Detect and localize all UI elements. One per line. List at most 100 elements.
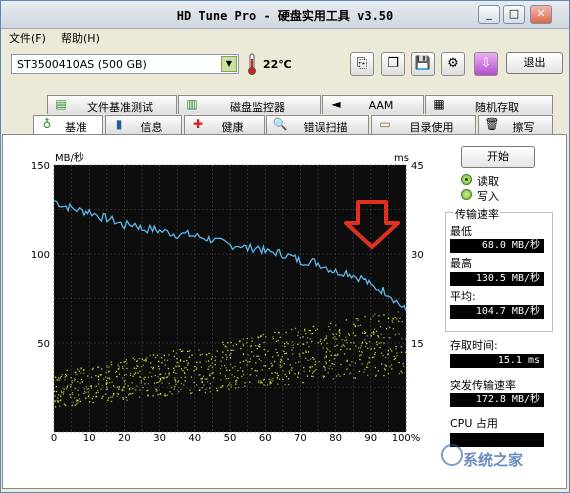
tab-disk-monitor[interactable]: ▥ 磁盘监控器 — [178, 95, 321, 114]
access-time-point — [174, 379, 176, 381]
access-time-point — [251, 368, 253, 370]
access-time-point — [270, 362, 272, 364]
access-time-point — [159, 380, 161, 382]
tab-file-benchmark[interactable]: ▤ 文件基准测试 — [47, 95, 177, 114]
access-time-point — [341, 338, 343, 341]
copy-screen-icon[interactable]: ❐ — [381, 52, 405, 76]
access-time-point — [249, 374, 251, 376]
access-time-point — [173, 355, 175, 358]
access-time-point — [312, 375, 314, 378]
access-time-point — [225, 358, 228, 361]
menu-help[interactable]: 帮助(H) — [61, 30, 100, 46]
access-time-point — [180, 382, 183, 385]
watermark-text: 系统之家 — [463, 451, 524, 469]
y-right-tick-label: 45 — [411, 161, 424, 172]
access-time-point — [122, 397, 124, 399]
access-time-point — [287, 343, 289, 345]
access-time-point — [65, 404, 67, 406]
start-button[interactable]: 开始 — [461, 146, 535, 168]
access-time-point — [106, 381, 108, 384]
tab-health[interactable]: ✚ 健康 — [184, 115, 265, 134]
title-bar[interactable]: HD Tune Pro - 硬盘实用工具 v3.50 _ □ ✕ — [1, 1, 569, 29]
access-time-point — [87, 375, 89, 377]
access-time-point — [174, 377, 176, 379]
access-time-point — [184, 367, 186, 369]
access-time-point — [271, 372, 273, 374]
tab-folder-usage[interactable]: ▭ 目录使用 — [371, 115, 476, 134]
access-time-point — [206, 354, 208, 356]
close-button[interactable]: ✕ — [530, 5, 552, 24]
read-radio[interactable]: 读取 — [461, 173, 551, 188]
access-time-point — [225, 346, 228, 348]
copy-info-icon[interactable]: ⎘ — [350, 52, 374, 76]
access-time-point — [237, 386, 240, 389]
access-time-point — [220, 360, 222, 362]
minimize-button[interactable]: _ — [478, 5, 500, 24]
access-time-point — [288, 370, 290, 372]
access-time-point — [308, 346, 310, 348]
drive-select[interactable]: ST3500410AS (500 GB) ▼ — [11, 54, 239, 74]
tab-benchmark[interactable]: ♁ 基准 — [33, 115, 103, 134]
maximize-button[interactable]: □ — [503, 5, 525, 24]
access-time-point — [311, 332, 314, 335]
access-time-point — [211, 355, 213, 358]
exit-button[interactable]: 退出 — [506, 52, 563, 74]
access-time-point — [385, 356, 387, 359]
radio-icon — [461, 189, 472, 200]
access-time-point — [138, 358, 140, 360]
access-time-point — [367, 366, 369, 368]
access-time-point — [55, 376, 57, 378]
download-arrow-icon[interactable]: ⇩ — [474, 52, 498, 76]
access-time-point — [168, 374, 170, 376]
access-time-point — [221, 365, 223, 367]
access-time-point — [332, 333, 334, 335]
access-time-point — [190, 392, 192, 394]
access-time-point — [106, 388, 108, 390]
tab-random-access[interactable]: ▦ 随机存取 — [425, 95, 553, 114]
tab-error-scan[interactable]: 🔍 错误扫描 — [266, 115, 369, 134]
write-radio[interactable]: 写入 — [461, 188, 551, 203]
tab-aam[interactable]: ◄ AAM — [322, 95, 424, 114]
options-icon[interactable]: ⚙ — [441, 52, 465, 76]
access-time-point — [147, 383, 149, 385]
access-time-point — [315, 329, 317, 332]
access-time-point — [361, 363, 363, 365]
access-time-point — [346, 348, 348, 350]
access-time-point — [354, 362, 356, 364]
access-time-point — [363, 332, 366, 334]
y-left-label: MB/秒 — [55, 151, 84, 164]
access-time-point — [387, 354, 389, 356]
save-icon[interactable]: 💾 — [411, 52, 435, 76]
access-time-point — [152, 368, 154, 370]
access-time-point — [387, 318, 390, 320]
tab-info[interactable]: ▮ 信息 — [105, 115, 182, 134]
access-time-point — [234, 380, 237, 382]
access-time-point — [159, 374, 161, 376]
access-time-point — [77, 402, 79, 404]
access-time-point — [168, 382, 170, 384]
chevron-down-icon[interactable]: ▼ — [221, 56, 237, 72]
access-time-point — [337, 373, 340, 376]
menu-file[interactable]: 文件(F) — [9, 30, 46, 46]
access-time-point — [405, 351, 407, 353]
access-time-point — [316, 328, 318, 330]
access-time-point — [246, 364, 248, 366]
access-time-point — [167, 376, 169, 378]
tab-erase[interactable]: 🗑 擦写 — [478, 115, 553, 134]
x-tick-label: 60 — [259, 433, 272, 442]
access-time-point — [227, 349, 229, 352]
access-time-point — [167, 367, 169, 370]
access-time-point — [61, 373, 63, 376]
access-time-point — [126, 399, 128, 401]
access-time-point — [64, 379, 66, 381]
access-time-point — [124, 361, 127, 363]
access-time-point — [340, 349, 342, 351]
access-time-point — [374, 328, 376, 330]
access-time-point — [278, 332, 280, 334]
access-time-point — [226, 369, 228, 371]
access-time-point — [110, 363, 113, 366]
access-time-point — [343, 345, 346, 347]
access-time-point — [136, 365, 138, 367]
access-time-point — [329, 350, 331, 352]
access-time-point — [309, 330, 311, 332]
